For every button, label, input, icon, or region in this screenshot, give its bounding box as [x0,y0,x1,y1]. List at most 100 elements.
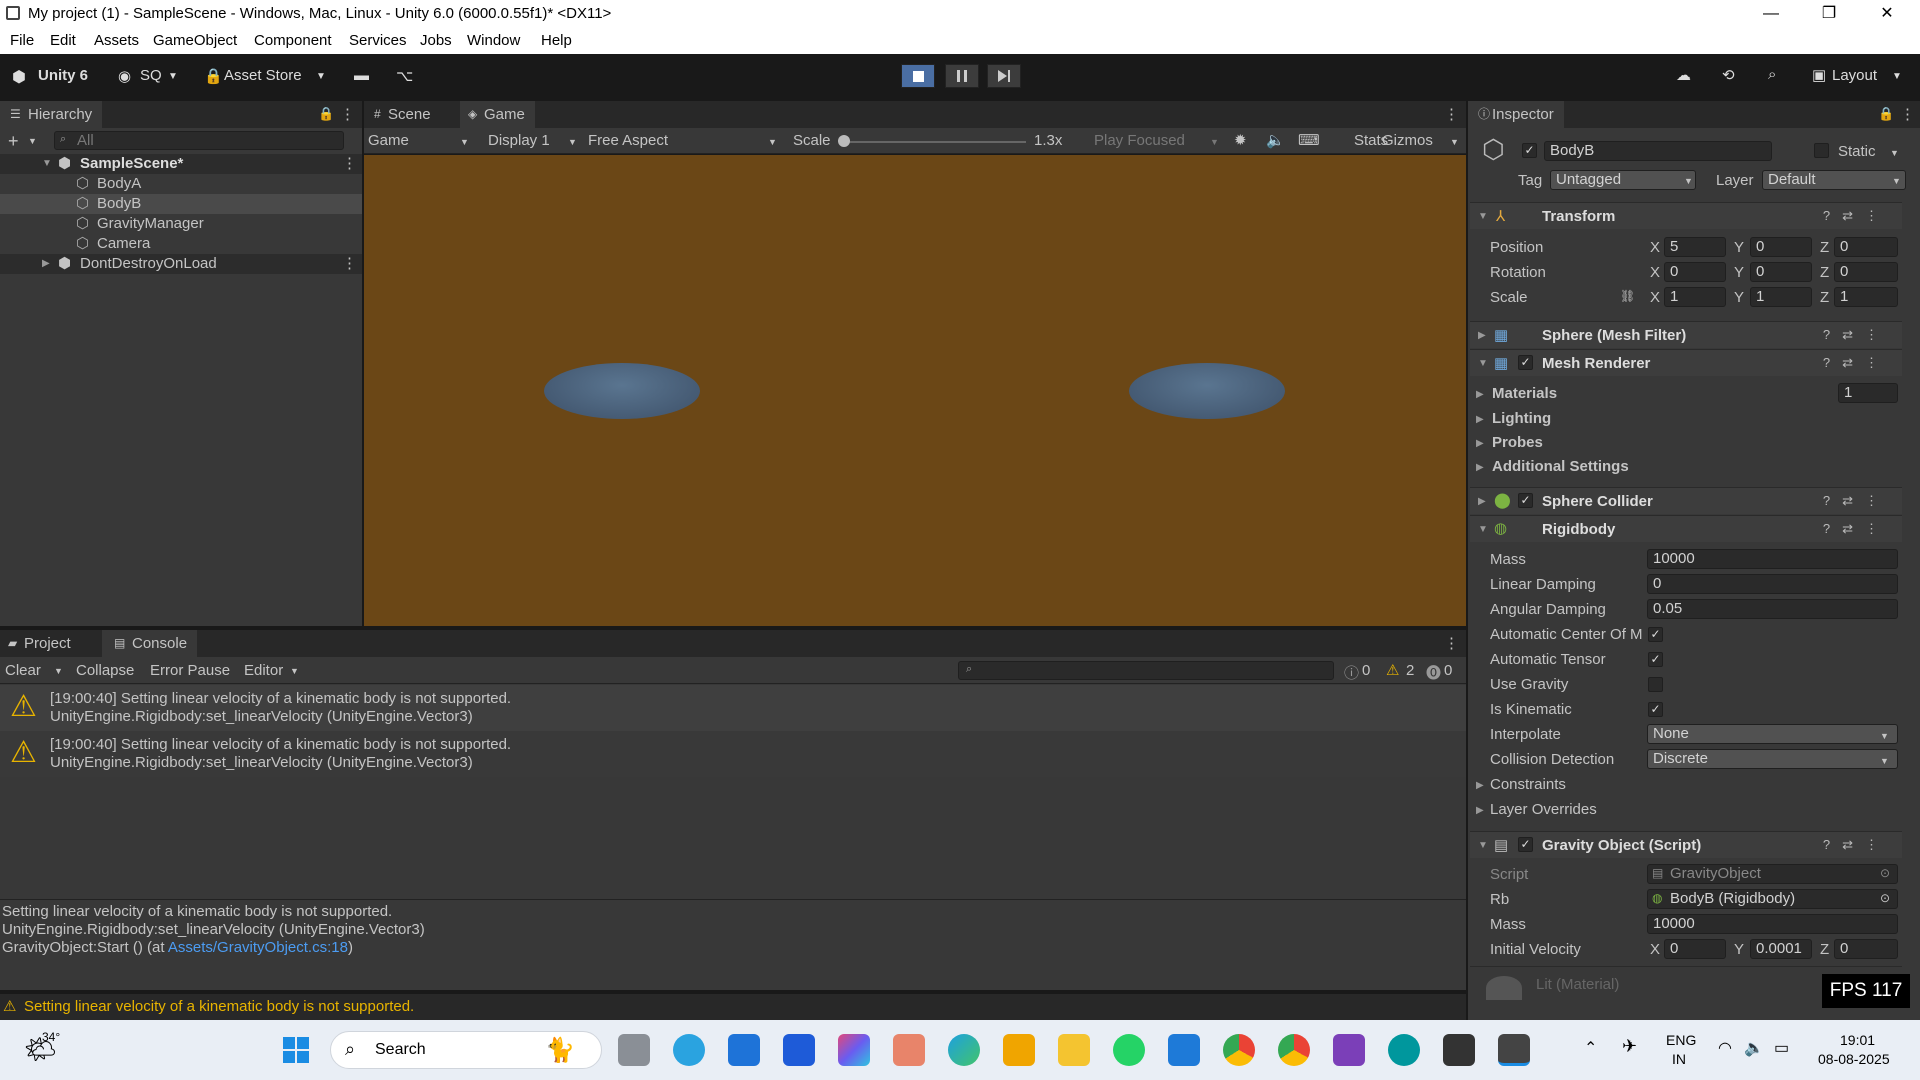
more-icon[interactable]: ⋮ [1444,105,1459,123]
constraints-foldout[interactable]: Constraints [1490,776,1566,793]
hierarchy-item-selected[interactable]: ⬡ BodyB [0,194,362,214]
component-header-icons[interactable]: ?⇄⋮ [1823,327,1890,343]
unity-version-button[interactable]: Unity 6 [38,67,88,84]
lighting-foldout[interactable]: Lighting [1492,410,1551,427]
component-header-icons[interactable]: ?⇄⋮ [1823,521,1890,537]
tab-scene[interactable]: # Scene [364,101,441,128]
pause-button[interactable] [945,64,979,88]
mesh-renderer-checkbox[interactable]: ✓ [1518,355,1533,370]
expand-arrow-icon[interactable]: ▼ [42,154,52,174]
tab-project[interactable]: ▰ Project [0,630,81,657]
vscode-icon[interactable] [1168,1034,1200,1066]
expand-arrow-icon[interactable]: ▶ [42,254,50,274]
scale-slider-handle[interactable] [838,135,850,147]
hierarchy-search-input[interactable]: All [54,131,344,150]
expand-arrow-icon[interactable]: ▶ [1476,389,1484,400]
warning-icon[interactable]: ⚠ [1386,661,1399,679]
ddol-row[interactable]: ▶ ⬢ DontDestroyOnLoad ⋮ [0,254,362,274]
maximize-button[interactable]: ❐ [1806,0,1852,28]
more-icon[interactable]: ⋮ [1444,634,1459,652]
lock-icon[interactable]: 🔒 [318,106,334,122]
auto-tensor-checkbox[interactable]: ✓ [1648,652,1663,667]
materials-foldout[interactable]: Materials [1492,385,1557,402]
static-checkbox[interactable] [1814,143,1829,158]
menu-window[interactable]: Window [467,32,520,49]
play-button[interactable] [901,64,935,88]
auto-center-of-mass-checkbox[interactable]: ✓ [1648,627,1663,642]
telegram-icon[interactable] [673,1034,705,1066]
menu-assets[interactable]: Assets [94,32,139,49]
layer-overrides-foldout[interactable]: Layer Overrides [1490,801,1597,818]
task-view-icon[interactable] [618,1034,650,1066]
menu-jobs[interactable]: Jobs [420,32,452,49]
console-search-input[interactable] [958,661,1334,680]
clock-time[interactable]: 19:01 [1840,1032,1875,1048]
layer-dropdown[interactable]: Default [1762,170,1906,190]
aspect-dropdown[interactable]: Free Aspect [588,132,668,149]
tab-hierarchy[interactable]: ☰ Hierarchy [0,101,103,128]
windows-start-icon[interactable] [283,1037,309,1063]
is-kinematic-checkbox[interactable]: ✓ [1648,702,1663,717]
hierarchy-item[interactable]: ⬡ Camera [0,234,362,254]
error-icon[interactable]: ⓿ [1426,662,1441,683]
position-y-field[interactable]: 0 [1750,237,1812,257]
position-x-field[interactable]: 5 [1664,237,1726,257]
mesh-renderer-header[interactable]: ▼ ▦ ✓ Mesh Renderer ?⇄⋮ [1470,349,1902,376]
mass-field[interactable]: 10000 [1647,549,1898,569]
tab-inspector[interactable]: ⓘ Inspector [1468,101,1564,128]
battery-icon[interactable]: ▭ [1774,1038,1789,1058]
chrome-icon[interactable] [1223,1034,1255,1066]
initial-velocity-y-field[interactable]: 0.0001 [1750,939,1812,959]
app-icon[interactable] [728,1034,760,1066]
menu-services[interactable]: Services [349,32,407,49]
rotation-y-field[interactable]: 0 [1750,262,1812,282]
gravity-object-checkbox[interactable]: ✓ [1518,837,1533,852]
sphere-collider-checkbox[interactable]: ✓ [1518,493,1533,508]
lock-icon[interactable]: 🔒 [1878,106,1894,122]
component-header-icons[interactable]: ?⇄⋮ [1823,208,1890,224]
probes-foldout[interactable]: Probes [1492,434,1543,451]
hierarchy-item[interactable]: ⬡ BodyA [0,174,362,194]
rotation-z-field[interactable]: 0 [1834,262,1898,282]
add-icon[interactable]: + [8,131,19,152]
active-checkbox[interactable]: ✓ [1522,143,1537,158]
wifi-icon[interactable]: ◠ [1718,1038,1732,1058]
keyboard-icon[interactable]: ⌨ [1298,131,1320,149]
cloud-icon[interactable]: ☁ [1676,66,1691,84]
more-icon[interactable]: ⋮ [1900,105,1915,123]
unity-editor-icon[interactable] [1498,1034,1530,1066]
volume-icon[interactable]: 🔈 [1744,1038,1764,1058]
history-icon[interactable]: ⟲ [1722,66,1735,84]
gizmos-button[interactable]: Gizmos [1382,132,1433,149]
scene-row[interactable]: ▼ ⬢ SampleScene* ⋮ [0,154,362,174]
expand-arrow-icon[interactable]: ▶ [1476,805,1484,816]
collision-detection-dropdown[interactable]: Discrete [1647,749,1898,769]
taskbar-search[interactable]: ⌕ Search 🐈 [330,1031,602,1069]
scale-x-field[interactable]: 1 [1664,287,1726,307]
scale-z-field[interactable]: 1 [1834,287,1898,307]
editor-dropdown[interactable]: Editor [244,662,283,679]
scale-y-field[interactable]: 1 [1750,287,1812,307]
object-picker-icon[interactable]: ⊙ [1880,866,1890,880]
pen-icon[interactable]: ✈ [1622,1036,1637,1057]
chrome-icon[interactable] [1278,1034,1310,1066]
expand-arrow-icon[interactable]: ▶ [1476,780,1484,791]
materials-count-field[interactable]: 1 [1838,383,1898,403]
position-z-field[interactable]: 0 [1834,237,1898,257]
initial-velocity-x-field[interactable]: 0 [1664,939,1726,959]
expand-arrow-icon[interactable]: ▶ [1476,462,1484,473]
menu-component[interactable]: Component [254,32,332,49]
tab-console[interactable]: ▤ Console [102,630,198,657]
component-header-icons[interactable]: ?⇄⋮ [1823,355,1890,371]
audio-icon[interactable]: 🔈 [1266,131,1285,149]
copilot-icon[interactable] [838,1034,870,1066]
mesh-filter-header[interactable]: ▶ ▦ Sphere (Mesh Filter) ?⇄⋮ [1470,321,1902,348]
close-button[interactable]: ✕ [1864,0,1910,28]
rigidbody-header[interactable]: ▼ ◍ Rigidbody ?⇄⋮ [1470,515,1902,542]
rotation-x-field[interactable]: 0 [1664,262,1726,282]
interpolate-dropdown[interactable]: None [1647,724,1898,744]
transform-header[interactable]: ▼ ⅄ Transform ?⇄⋮ [1470,202,1902,229]
unity-hub-icon[interactable] [1443,1034,1475,1066]
chevron-up-icon[interactable]: ⌃ [1584,1038,1597,1058]
use-gravity-checkbox[interactable] [1648,677,1663,692]
